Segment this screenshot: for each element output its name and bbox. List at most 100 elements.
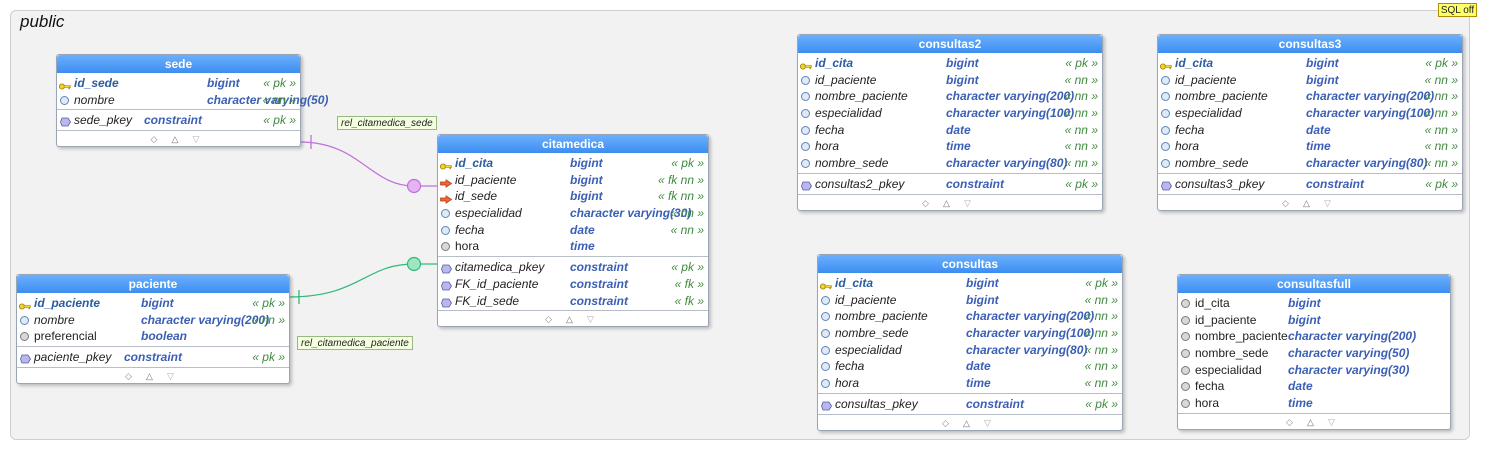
- constraint-type: constraint: [144, 113, 203, 128]
- column-row[interactable]: especialidad character varying(100) « nn »: [798, 105, 1102, 122]
- column-row[interactable]: id_sede bigint « fk nn »: [438, 188, 708, 205]
- column-row[interactable]: fecha date « nn »: [818, 358, 1122, 375]
- column-row[interactable]: id_cita bigint « pk »: [798, 55, 1102, 72]
- column-row[interactable]: hora time: [438, 238, 708, 255]
- constraint-flags: « pk »: [671, 260, 704, 275]
- column-row[interactable]: fecha date « nn »: [798, 122, 1102, 139]
- triangle-up-icon[interactable]: △: [172, 134, 179, 145]
- triangle-down-icon[interactable]: ▽: [587, 314, 594, 325]
- column-row[interactable]: id_cita bigint « pk »: [438, 155, 708, 172]
- triangle-up-icon[interactable]: △: [943, 198, 950, 209]
- foreign-key-icon: [440, 192, 453, 205]
- table-header[interactable]: citamedica: [438, 135, 708, 153]
- rel-node-paciente: [406, 256, 422, 272]
- column-icon: [1161, 142, 1170, 152]
- table-header[interactable]: consultasfull: [1178, 275, 1450, 293]
- triangle-up-icon[interactable]: △: [1307, 417, 1314, 428]
- column-type: bigint: [946, 56, 979, 70]
- table-consultas2[interactable]: consultas2 id_cita bigint « pk » id_pacient…: [797, 34, 1103, 211]
- triangle-down-icon[interactable]: ▽: [193, 134, 200, 145]
- column-type: bigint: [1306, 56, 1339, 70]
- table-citamedica[interactable]: citamedica id_cita bigint « pk » id_pacient…: [437, 134, 709, 328]
- column-row[interactable]: id_cita bigint « pk »: [818, 275, 1122, 292]
- diamond-icon[interactable]: ◇: [1282, 198, 1289, 209]
- column-row[interactable]: hora time « nn »: [818, 375, 1122, 392]
- table-consultas3[interactable]: consultas3 id_cita bigint « pk » id_pacient…: [1157, 34, 1463, 211]
- column-row[interactable]: id_paciente bigint « nn »: [818, 292, 1122, 309]
- table-sede[interactable]: sede id_sede bigint « pk » nombre character …: [56, 54, 328, 148]
- diamond-icon[interactable]: ◇: [151, 134, 158, 145]
- column-row[interactable]: hora time « nn »: [1158, 138, 1462, 155]
- table-consultasfull[interactable]: consultasfull id_cita bigint id_paciente bi…: [1177, 274, 1451, 430]
- column-row[interactable]: id_paciente bigint « nn »: [798, 72, 1102, 89]
- column-row[interactable]: id_cita bigint: [1178, 295, 1450, 312]
- rel-label-citamedica-paciente[interactable]: rel_citamedica_paciente: [297, 336, 413, 350]
- column-row[interactable]: nombre character varying(200) « nn »: [17, 312, 289, 329]
- column-row[interactable]: id_paciente bigint « nn »: [1158, 72, 1462, 89]
- diamond-icon[interactable]: ◇: [1286, 417, 1293, 428]
- table-header[interactable]: consultas: [818, 255, 1122, 273]
- column-flags: « pk »: [671, 156, 704, 170]
- column-row[interactable]: nombre character varying(50) « nn »: [57, 92, 328, 109]
- triangle-down-icon[interactable]: ▽: [964, 198, 971, 209]
- constraint-row[interactable]: consultas2_pkey constraint « pk »: [798, 176, 1102, 193]
- diamond-icon[interactable]: ◇: [125, 371, 132, 382]
- column-row[interactable]: especialidad character varying(30): [1178, 362, 1450, 379]
- column-flags: « nn »: [1084, 376, 1118, 391]
- constraint-row[interactable]: consultas_pkey constraint « pk »: [818, 396, 1122, 413]
- triangle-up-icon[interactable]: △: [963, 418, 970, 429]
- constraint-row[interactable]: FK_id_sede constraint « fk »: [438, 293, 708, 310]
- column-row[interactable]: especialidad character varying(30) « nn »: [438, 205, 708, 222]
- diamond-icon[interactable]: ◇: [545, 314, 552, 325]
- constraint-row[interactable]: FK_id_paciente constraint « fk »: [438, 276, 708, 293]
- column-row[interactable]: id_paciente bigint: [1178, 312, 1450, 329]
- constraint-row[interactable]: consultas3_pkey constraint « pk »: [1158, 176, 1462, 193]
- column-name: hora: [815, 139, 840, 154]
- rel-label-citamedica-sede[interactable]: rel_citamedica_sede: [337, 116, 437, 130]
- column-row[interactable]: nombre_paciente character varying(200): [1178, 328, 1450, 345]
- constraint-row[interactable]: citamedica_pkey constraint « pk »: [438, 259, 708, 276]
- triangle-up-icon[interactable]: △: [146, 371, 153, 382]
- diamond-icon[interactable]: ◇: [942, 418, 949, 429]
- triangle-down-icon[interactable]: ▽: [167, 371, 174, 382]
- column-row[interactable]: nombre_paciente character varying(200) « n…: [818, 308, 1122, 325]
- column-row[interactable]: nombre_sede character varying(100) « nn »: [818, 325, 1122, 342]
- column-name: id_sede: [455, 189, 498, 204]
- column-row[interactable]: preferencial boolean: [17, 328, 289, 345]
- table-paciente[interactable]: paciente id_paciente bigint « pk » nombre ch…: [16, 274, 290, 384]
- column-row[interactable]: hora time: [1178, 395, 1450, 412]
- column-row[interactable]: hora time « nn »: [798, 138, 1102, 155]
- diamond-icon[interactable]: ◇: [922, 198, 929, 209]
- column-row[interactable]: fecha date « nn »: [438, 222, 708, 239]
- column-row[interactable]: id_sede bigint « pk »: [57, 75, 300, 92]
- table-header[interactable]: consultas2: [798, 35, 1102, 53]
- table-consultas[interactable]: consultas id_cita bigint « pk » id_paciente…: [817, 254, 1123, 431]
- column-row[interactable]: nombre_sede character varying(80) « nn »: [798, 155, 1102, 172]
- constraint-row[interactable]: paciente_pkey constraint « pk »: [17, 349, 289, 366]
- column-row[interactable]: fecha date « nn »: [1158, 122, 1462, 139]
- triangle-up-icon[interactable]: △: [1303, 198, 1310, 209]
- column-row[interactable]: nombre_sede character varying(80) « nn »: [1158, 155, 1462, 172]
- column-row[interactable]: id_cita bigint « pk »: [1158, 55, 1462, 72]
- column-type: date: [1306, 122, 1331, 137]
- table-header[interactable]: paciente: [17, 275, 289, 293]
- column-row[interactable]: nombre_sede character varying(50): [1178, 345, 1450, 362]
- column-row[interactable]: nombre_paciente character varying(200) « n…: [798, 88, 1102, 105]
- constraint-icon: [20, 352, 31, 364]
- column-row[interactable]: nombre_paciente character varying(200) « n…: [1158, 88, 1462, 105]
- triangle-up-icon[interactable]: △: [566, 314, 573, 325]
- triangle-down-icon[interactable]: ▽: [984, 418, 991, 429]
- column-row[interactable]: id_paciente bigint « fk nn »: [438, 172, 708, 189]
- triangle-down-icon[interactable]: ▽: [1328, 417, 1335, 428]
- column-row[interactable]: especialidad character varying(100) « nn »: [1158, 105, 1462, 122]
- column-row[interactable]: fecha date: [1178, 378, 1450, 395]
- column-type: date: [946, 122, 971, 137]
- column-row[interactable]: id_paciente bigint « pk »: [17, 295, 289, 312]
- column-type: bigint: [946, 72, 979, 87]
- constraint-row[interactable]: sede_pkey constraint « pk »: [57, 112, 300, 129]
- table-header[interactable]: sede: [57, 55, 300, 73]
- table-header[interactable]: consultas3: [1158, 35, 1462, 53]
- triangle-down-icon[interactable]: ▽: [1324, 198, 1331, 209]
- column-row[interactable]: especialidad character varying(80) « nn »: [818, 342, 1122, 359]
- constraint-flags: « pk »: [252, 350, 285, 365]
